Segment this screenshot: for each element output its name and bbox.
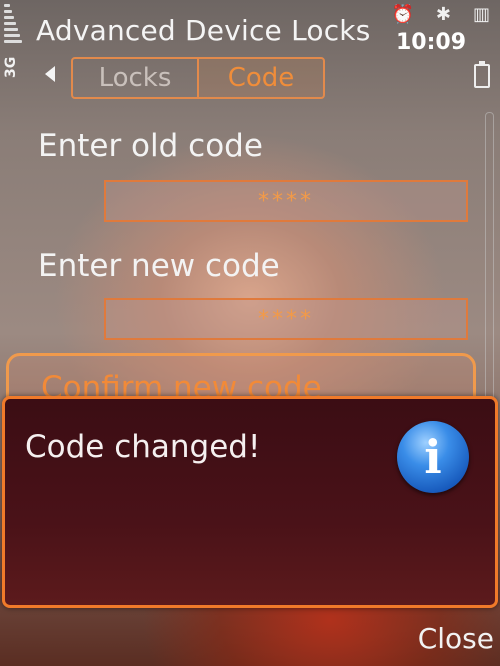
alarm-icon: ⏰ xyxy=(391,4,414,25)
status-icons: ⏰ ✱ ▥ xyxy=(391,4,490,25)
info-icon: i xyxy=(397,421,469,493)
tab-previous-arrow-icon[interactable] xyxy=(45,66,55,82)
header: 3G Advanced Device Locks ⏰ ✱ ▥ 10:09 Loc… xyxy=(0,0,500,110)
new-code-label: Enter new code xyxy=(38,248,280,284)
tab-code[interactable]: Code xyxy=(197,59,323,97)
clock: 10:09 xyxy=(395,30,466,55)
new-code-field[interactable]: **** xyxy=(104,298,468,340)
keypad-lock-icon: ▥ xyxy=(472,4,490,25)
tab-bar: Locks Code xyxy=(71,57,325,99)
close-softkey[interactable]: Close xyxy=(418,622,494,655)
scrollbar[interactable] xyxy=(485,112,494,404)
info-dialog: Code changed! i xyxy=(2,396,498,608)
tab-locks[interactable]: Locks xyxy=(73,59,197,97)
old-code-field[interactable]: **** xyxy=(104,180,468,222)
signal-strength-icon xyxy=(4,0,26,100)
app-title: Advanced Device Locks xyxy=(36,14,371,47)
old-code-label: Enter old code xyxy=(38,128,263,164)
battery-icon xyxy=(474,61,490,88)
network-type-label: 3G xyxy=(3,56,19,78)
bluetooth-icon: ✱ xyxy=(435,4,451,25)
dialog-message: Code changed! xyxy=(25,429,261,465)
